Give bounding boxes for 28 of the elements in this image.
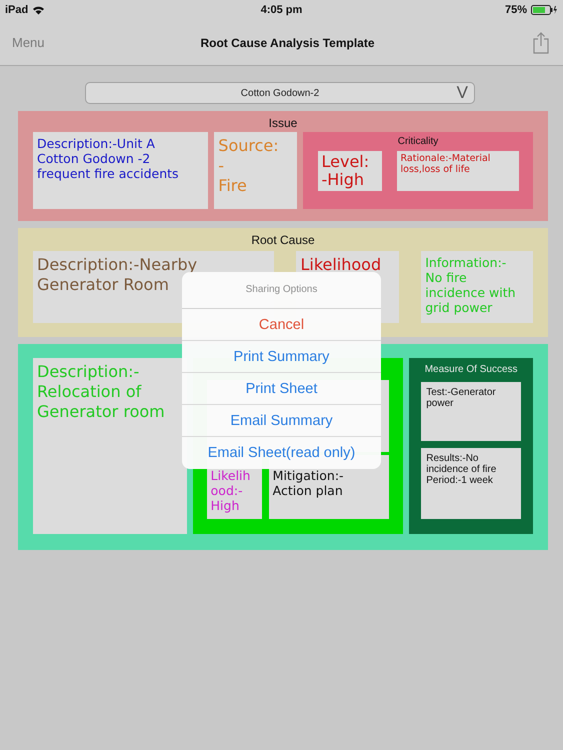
share-option[interactable]: Cancel	[182, 309, 381, 341]
criticality-title: Criticality	[398, 136, 438, 147]
root-cause-information: Information:- No fire incidence with grid power	[421, 251, 533, 323]
share-option[interactable]: Print Sheet	[182, 373, 381, 405]
carrier-name: iPad	[5, 4, 28, 16]
nav-title: Root Cause Analysis Template	[200, 36, 375, 50]
menu-button[interactable]: Menu	[12, 35, 72, 50]
caret-icon: V	[456, 83, 468, 103]
godown-dropdown[interactable]: Cotton Godown-2 V	[85, 82, 475, 104]
issue-description: Description:-Unit A Cotton Godown -2 frequent fire accidents	[33, 132, 208, 209]
section-title: Issue	[268, 116, 298, 130]
wifi-icon	[32, 5, 46, 15]
share-option[interactable]: Email Summary	[182, 405, 381, 437]
criticality-level: Level: -High	[318, 151, 382, 191]
criticality-rationale: Rationale:-Material loss,loss of life	[396, 151, 518, 191]
measure-results: Results:-No incidence of fire Period:-1 week	[421, 448, 521, 519]
battery-icon	[530, 5, 558, 15]
share-option[interactable]: Print Summary	[182, 341, 381, 373]
solution-description: Description:- Relocation of Generator room	[33, 358, 187, 534]
popover-title: Sharing Options	[182, 272, 381, 309]
measure-test: Test:-Generator power	[421, 382, 521, 441]
issue-source: Source: - Fire	[214, 132, 297, 209]
measure-title: Measure Of Success	[424, 364, 518, 375]
battery-percent: 75%	[504, 4, 527, 16]
section-title: Root Cause	[251, 233, 315, 247]
share-icon[interactable]	[532, 32, 549, 54]
dropdown-value: Cotton Godown-2	[240, 88, 320, 98]
status-time: 4:05 pm	[260, 4, 302, 16]
